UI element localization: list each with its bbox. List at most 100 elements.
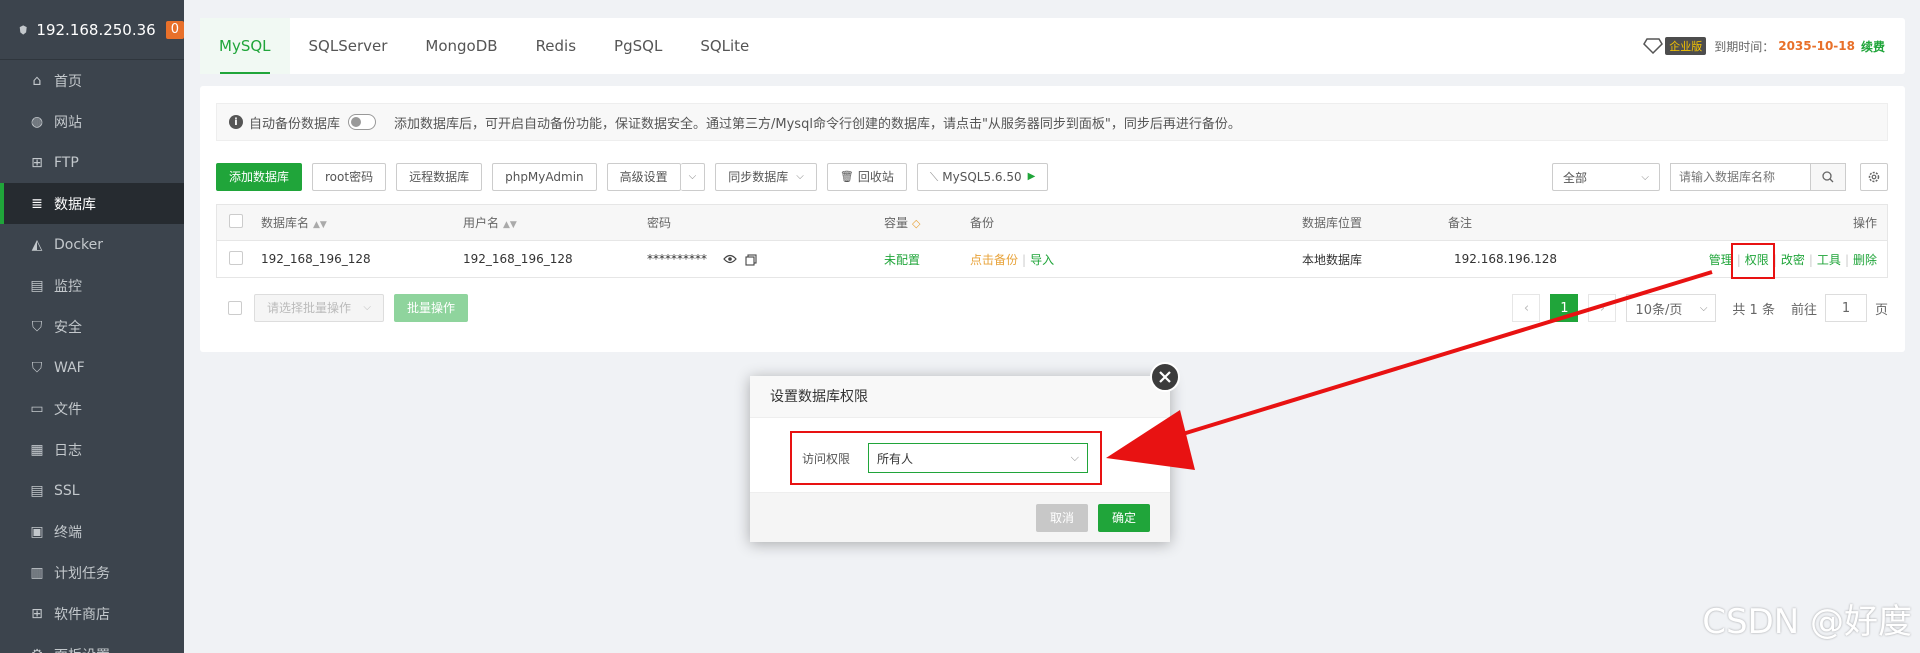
search-button[interactable] [1810,163,1846,191]
tab-mysql[interactable]: MySQL [200,18,290,74]
sidebar-item-2[interactable]: ⊞ FTP [0,142,184,183]
diamond-icon [1643,38,1664,54]
next-page-button[interactable]: › [1588,294,1617,322]
filter-value: 全部 [1563,170,1588,185]
recycle-bin-button[interactable]: 🗑 回收站 [826,163,907,191]
play-icon: ▶ [1027,171,1036,182]
right-tools: 全部 ⌵ [1552,163,1888,191]
sidebar-item-label: 终端 [54,524,82,541]
cell-capacity[interactable]: 未配置 [884,251,970,268]
sync-database-button[interactable]: 同步数据库 ⌵ [715,163,817,191]
sidebar-item-label: FTP [54,154,79,171]
column-settings-button[interactable] [1860,163,1888,191]
footer-checkbox[interactable] [228,301,242,315]
sidebar-item-10[interactable]: ▤ SSL [0,470,184,511]
sidebar-item-label: 文件 [54,401,82,418]
sidebar-item-label: 数据库 [54,196,96,213]
search-box [1670,163,1846,191]
advanced-settings-button[interactable]: 高级设置 [606,163,681,191]
backup-notice: i 自动备份数据库 添加数据库后，可开启自动备份功能，保证数据安全。通过第三方/… [216,103,1888,141]
access-permission-select[interactable]: 所有人 ⌵ [868,443,1089,473]
root-password-button[interactable]: root密码 [312,163,387,191]
advanced-dropdown[interactable]: ⌵ [680,163,706,191]
calendar-icon: ▥ [30,564,44,581]
notification-badge[interactable]: 0 [165,20,184,39]
page-size-select[interactable]: 10条/页 ⌵ [1626,294,1717,322]
chevron-down-icon: ⌵ [1641,171,1649,183]
tab-mongodb[interactable]: MongoDB [406,18,516,74]
dialog-footer: 取消 确定 [750,492,1170,542]
dialog-close-button[interactable] [1150,362,1180,392]
sidebar-item-5[interactable]: ▤ 监控 [0,265,184,306]
access-permission-row: 访问权限 所有人 ⌵ [790,431,1102,485]
sidebar-item-0[interactable]: ⌂ 首页 [0,60,184,101]
search-icon [1822,171,1834,183]
page-number[interactable]: 1 [1550,294,1579,322]
sidebar-item-1[interactable]: ◍ 网站 [0,101,184,142]
sidebar-item-label: 计划任务 [54,565,110,582]
header-name[interactable]: 数据库名 ▲▼ [261,214,463,231]
sidebar-item-6[interactable]: ⛉ 安全 [0,306,184,347]
filter-select[interactable]: 全部 ⌵ [1552,163,1660,191]
backup-link[interactable]: 点击备份 [970,253,1018,267]
sidebar-item-label: 软件商店 [54,606,110,623]
sidebar-item-14[interactable]: ⚙ 面板设置 [0,634,184,653]
add-database-button[interactable]: 添加数据库 [216,163,303,191]
sidebar-item-label: Docker [54,236,104,253]
cell-location: 本地数据库 [1302,252,1363,267]
search-input[interactable] [1670,163,1810,191]
sidebar-header: 192.168.250.36 0 [0,0,184,60]
tab-sqlite[interactable]: SQLite [681,18,768,74]
sidebar-item-11[interactable]: ▣ 终端 [0,511,184,552]
sidebar-item-12[interactable]: ▥ 计划任务 [0,552,184,593]
import-link[interactable]: 导入 [1030,253,1054,267]
cell-remark[interactable]: 192.168.196.128 [1448,252,1678,266]
phpmyadmin-button[interactable]: phpMyAdmin [492,163,597,191]
sidebar-item-label: 监控 [54,278,82,295]
manage-link[interactable]: 管理 [1709,253,1733,267]
cell-password: ********** [647,252,884,266]
cancel-button[interactable]: 取消 [1035,503,1088,532]
sidebar-item-9[interactable]: ▦ 日志 [0,429,184,470]
copy-icon[interactable] [745,253,757,266]
total-count: 共 1 条 [1732,302,1775,318]
advanced-settings-group: 高级设置 ⌵ [606,163,706,191]
home-icon: ⌂ [32,72,42,89]
chevron-down-icon: ⌵ [796,171,804,182]
goto-page-input[interactable]: 1 [1824,294,1867,322]
permission-dialog: 设置数据库权限 访问权限 所有人 ⌵ 取消 确定 [750,362,1180,542]
chevron-down-icon: ⌵ [1070,451,1080,464]
expire-date: 2035-10-18 [1778,39,1855,53]
tab-pgsql[interactable]: PgSQL [595,18,681,74]
table-header: 数据库名 ▲▼ 用户名 ▲▼ 密码 容量 ◇ 备份 数据库位置 备注 操作 [217,205,1887,241]
header-user[interactable]: 用户名 ▲▼ [463,214,647,231]
table-footer: 请选择批量操作 ⌵ 批量操作 ‹ 1 › 10条/页 ⌵ 共 1 条 前往 1 页 [216,294,1888,322]
delete-link[interactable]: 删除 [1853,253,1877,267]
eye-icon[interactable] [723,254,737,264]
tab-redis[interactable]: Redis [517,18,595,74]
tab-sqlserver[interactable]: SQLServer [290,18,407,74]
change-password-link[interactable]: 改密 [1781,253,1805,267]
prev-page-button[interactable]: ‹ [1512,294,1541,322]
batch-select-label: 请选择批量操作 [267,301,352,315]
confirm-button[interactable]: 确定 [1097,503,1150,532]
sidebar-item-3[interactable]: ≣ 数据库 [0,183,184,224]
mysql-version-button[interactable]: ⟍ MySQL5.6.50 ▶ [916,163,1049,191]
batch-action-button[interactable]: 批量操作 [394,294,469,322]
expire-label: 到期时间： [1714,39,1775,54]
gear-icon [1868,171,1880,183]
sidebar-item-7[interactable]: ⛉ WAF [0,347,184,388]
sidebar-item-4[interactable]: ◭ Docker [0,224,184,265]
sidebar-item-label: 日志 [54,442,82,459]
row-checkbox[interactable] [229,250,243,265]
batch-select[interactable]: 请选择批量操作 ⌵ [254,294,384,322]
dialog-body: 访问权限 所有人 ⌵ [750,418,1170,492]
remote-database-button[interactable]: 远程数据库 [396,163,483,191]
sidebar-item-13[interactable]: ⊞ 软件商店 [0,593,184,634]
tools-link[interactable]: 工具 [1817,253,1841,267]
auto-backup-toggle[interactable] [348,114,377,130]
renew-link[interactable]: 续费 [1861,38,1885,55]
header-ops: 操作 [1852,216,1877,230]
select-all-checkbox[interactable] [229,214,243,228]
sidebar-item-8[interactable]: ▭ 文件 [0,388,184,429]
